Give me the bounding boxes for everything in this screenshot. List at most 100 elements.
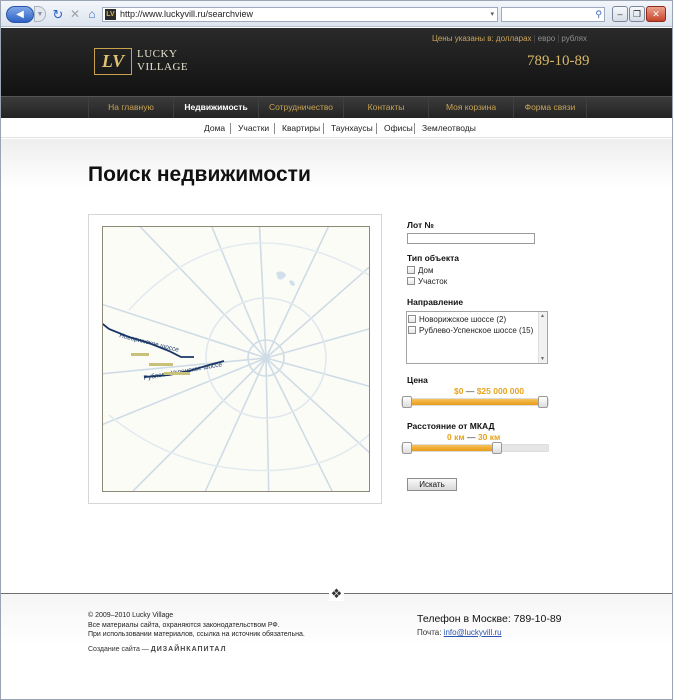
- home-icon[interactable]: ⌂: [84, 6, 100, 22]
- direction-option-label: Рублево-Успенское шоссе (15): [419, 325, 534, 335]
- map-place-marker: [131, 353, 149, 356]
- checkbox[interactable]: [408, 326, 416, 334]
- logo-line-2: VILLAGE: [137, 61, 189, 73]
- subnav-offices[interactable]: Офисы: [384, 123, 413, 134]
- price-range-text: $0 — $25 000 000: [454, 386, 524, 396]
- distance-label: Расстояние от МКАД: [407, 421, 495, 431]
- type-option-house[interactable]: Дом: [407, 265, 433, 275]
- subnav-divider: [274, 123, 275, 134]
- back-arrow-icon[interactable]: ◀: [6, 6, 34, 23]
- logo-monogram[interactable]: LV: [94, 48, 132, 75]
- direction-option-label: Новорижское шоссе (2): [419, 314, 507, 324]
- address-bar[interactable]: LV http://www.luckyvill.ru/searchview ▾: [102, 7, 498, 22]
- forward-arrow-icon[interactable]: ▼: [34, 6, 46, 22]
- map-panel: Новорижское шоссе Рублево-Успенское шосс…: [88, 214, 382, 504]
- direction-option[interactable]: Новорижское шоссе (2): [408, 314, 506, 324]
- price-min-handle[interactable]: [402, 396, 412, 408]
- close-icon[interactable]: ✕: [646, 6, 666, 22]
- scroll-down-icon[interactable]: ▼: [540, 356, 545, 362]
- currency-current: Цены указаны в: долларах: [431, 34, 532, 43]
- nav-realty[interactable]: Недвижимость: [173, 97, 258, 118]
- distance-max: 30 км: [477, 432, 501, 442]
- notice-line: При использовании материалов, ссылка на …: [88, 631, 305, 638]
- price-label: Цена: [407, 375, 428, 385]
- refresh-icon[interactable]: ↻: [50, 6, 66, 22]
- header-phone: 789-10-89: [527, 53, 590, 69]
- map-place-marker: [164, 372, 190, 375]
- region-map[interactable]: Новорижское шоссе Рублево-Успенское шосс…: [102, 226, 370, 492]
- copyright-line: © 2009–2010 Lucky Village: [88, 612, 174, 619]
- browser-search-input[interactable]: ⚲: [501, 7, 605, 22]
- subnav-divider: [376, 123, 377, 134]
- subnav-townhouses[interactable]: Таунхаусы: [331, 123, 373, 134]
- currency-euro-link[interactable]: евро: [538, 34, 556, 43]
- stop-icon[interactable]: ✕: [67, 6, 83, 22]
- footer-mail: Почта: info@luckyvill.ru: [417, 628, 502, 637]
- object-type-label: Тип объекта: [407, 253, 459, 263]
- nav-contacts[interactable]: Контакты: [343, 97, 428, 118]
- currency-rub-link[interactable]: рублях: [561, 34, 587, 43]
- ornament-icon: ❖: [329, 586, 344, 601]
- subnav-apartments[interactable]: Квартиры: [282, 123, 320, 134]
- nav-feedback[interactable]: Форма связи: [513, 97, 587, 118]
- nav-home[interactable]: На главную: [88, 97, 173, 118]
- nav-cooperation[interactable]: Сотрудничество: [258, 97, 343, 118]
- lot-number-input[interactable]: [407, 233, 535, 244]
- map-label-novorizhskoe: Новорижское шоссе: [119, 332, 180, 354]
- browser-window: ◀ ▼ ↻ ✕ ⌂ LV http://www.luckyvill.ru/sea…: [0, 0, 673, 700]
- direction-label: Направление: [407, 297, 464, 307]
- logo-line-1: LUCKY: [137, 48, 178, 60]
- currency-switcher: Цены указаны в: долларах | евро | рублях: [431, 34, 587, 43]
- sub-nav: Дома Участки Квартиры Таунхаусы Офисы Зе…: [1, 118, 672, 138]
- type-option-plot[interactable]: Участок: [407, 276, 447, 286]
- magnifier-icon[interactable]: ⚲: [595, 8, 602, 21]
- page-title: Поиск недвижимости: [88, 163, 311, 186]
- type-option-label: Участок: [418, 276, 448, 286]
- footer-phone: Телефон в Москве: 789-10-89: [417, 613, 562, 625]
- subnav-plots[interactable]: Участки: [238, 123, 269, 134]
- price-slider-fill: [407, 399, 543, 405]
- map-place-marker: [149, 363, 173, 366]
- checkbox[interactable]: [407, 266, 415, 274]
- subnav-houses[interactable]: Дома: [204, 123, 225, 134]
- search-button[interactable]: Искать: [407, 478, 457, 491]
- subnav-divider: [230, 123, 231, 134]
- distance-slider[interactable]: [401, 442, 549, 454]
- checkbox[interactable]: [407, 277, 415, 285]
- direction-option[interactable]: Рублево-Успенское шоссе (15): [408, 325, 533, 335]
- minimize-icon[interactable]: –: [612, 6, 628, 22]
- map-drawing: Новорижское шоссе Рублево-Успенское шосс…: [103, 227, 369, 491]
- price-slider[interactable]: [401, 396, 549, 408]
- footer-credits: Создание сайта — ДИЗАЙНКАПИТАЛ: [88, 646, 226, 653]
- credits-brand-link[interactable]: ДИЗАЙНКАПИТАЛ: [151, 646, 227, 653]
- main-nav: На главную Недвижимость Сотрудничество К…: [1, 96, 672, 118]
- mail-label: Почта:: [417, 628, 442, 637]
- logo-wordmark[interactable]: LUCKY VILLAGE: [137, 48, 188, 74]
- listbox-scrollbar[interactable]: ▲ ▼: [538, 312, 547, 363]
- distance-range-text: 0 км — 30 км: [447, 432, 501, 442]
- checkbox[interactable]: [408, 315, 416, 323]
- subnav-divider: [414, 123, 415, 134]
- distance-min-handle[interactable]: [402, 442, 412, 454]
- chevron-down-icon[interactable]: ▾: [490, 8, 494, 21]
- credits-prefix: Создание сайта —: [88, 646, 149, 653]
- site-favicon-icon: LV: [105, 9, 116, 20]
- distance-min: 0 км: [447, 432, 465, 442]
- subnav-land[interactable]: Землеотводы: [422, 123, 476, 134]
- maximize-icon[interactable]: ❐: [629, 6, 645, 22]
- footer-copyright: © 2009–2010 Lucky Village Все материалы …: [88, 611, 305, 640]
- subnav-divider: [323, 123, 324, 134]
- nav-cart[interactable]: Моя корзина: [428, 97, 513, 118]
- lot-label: Лот №: [407, 220, 434, 230]
- distance-max-handle[interactable]: [491, 442, 502, 454]
- distance-slider-fill: [407, 445, 497, 451]
- mail-link[interactable]: info@luckyvill.ru: [444, 628, 502, 637]
- price-max-handle[interactable]: [538, 396, 548, 408]
- address-url: http://www.luckyvill.ru/searchview: [120, 9, 254, 19]
- type-option-label: Дом: [418, 265, 434, 275]
- scroll-up-icon[interactable]: ▲: [540, 313, 545, 319]
- rights-line: Все материалы сайта, охраняются законода…: [88, 621, 280, 629]
- direction-listbox[interactable]: Новорижское шоссе (2) Рублево-Успенское …: [406, 311, 548, 364]
- price-max: $25 000 000: [476, 386, 524, 396]
- browser-toolbar: ◀ ▼ ↻ ✕ ⌂ LV http://www.luckyvill.ru/sea…: [1, 1, 672, 27]
